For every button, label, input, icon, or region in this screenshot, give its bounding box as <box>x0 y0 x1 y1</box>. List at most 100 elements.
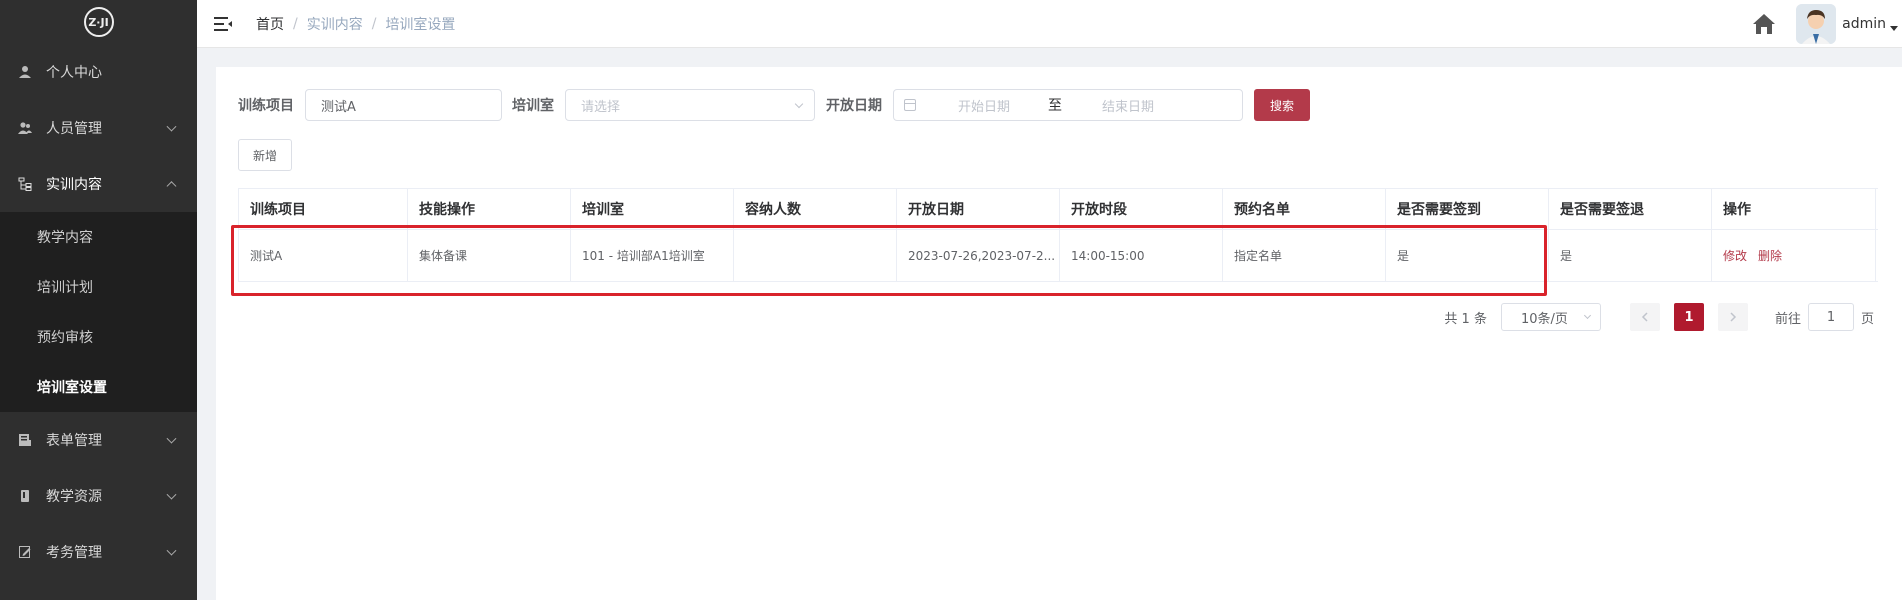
breadcrumb-training-content: 实训内容 <box>306 16 363 33</box>
project-label: 训练项目 <box>238 98 294 114</box>
book-icon <box>21 490 29 502</box>
cell-signin: 是 <box>1386 230 1549 281</box>
menu-toggle-icon[interactable] <box>214 16 232 31</box>
column-header: 预约名单 <box>1223 189 1386 229</box>
project-input[interactable]: 测试A <box>305 89 502 121</box>
page-size-select[interactable]: 10条/页 <box>1500 303 1601 331</box>
cell-room: 101 - 培训部A1培训室 <box>571 230 734 281</box>
end-date-input[interactable]: 结束日期 <box>1102 96 1192 115</box>
pagination: 共 1 条 10条/页 1 前往 1 页 <box>1444 303 1874 331</box>
avatar[interactable] <box>1796 4 1837 44</box>
table-header: 训练项目 技能操作 培训室 容纳人数 开放日期 开放时段 预约名单 是否需要签到… <box>238 189 1878 230</box>
cell-skill: 集体备课 <box>408 230 571 281</box>
sidebar: Z·JI 个人中心 人员管理 实训内容 教学内容 培训计划 预约审核 培训室设置… <box>0 0 197 600</box>
sidebar-item-form-management[interactable]: 表单管理 <box>0 412 197 468</box>
range-separator: 至 <box>1048 98 1062 114</box>
chevron-down-icon <box>794 99 804 109</box>
cell-project: 测试A <box>238 230 408 281</box>
chevron-up-icon <box>166 181 177 192</box>
page-size-value: 10条/页 <box>1520 311 1568 327</box>
sidebar-item-label: 表单管理 <box>46 433 102 449</box>
sidebar-item-training-content[interactable]: 实训内容 <box>0 156 197 212</box>
sidebar-item-label: 人员管理 <box>46 121 102 137</box>
submenu-item-room-settings[interactable]: 培训室设置 <box>0 362 197 412</box>
breadcrumb: 首页 / 实训内容 / 培训室设置 <box>256 14 455 34</box>
room-placeholder: 请选择 <box>581 99 621 115</box>
form-icon <box>19 434 31 446</box>
breadcrumb-separator: / <box>371 15 377 32</box>
delete-link[interactable]: 删除 <box>1758 247 1782 264</box>
date-label: 开放日期 <box>826 98 882 114</box>
submenu-item-teaching-content[interactable]: 教学内容 <box>0 212 197 262</box>
sidebar-item-label: 考务管理 <box>46 545 102 561</box>
column-header: 是否需要签退 <box>1549 189 1712 229</box>
sidebar-item-teaching-resources[interactable]: 教学资源 <box>0 468 197 524</box>
user-icon <box>19 66 31 78</box>
chevron-down-icon <box>166 545 177 556</box>
users-icon <box>18 122 32 134</box>
page-jumper: 前往 1 页 <box>1775 303 1874 331</box>
sidebar-item-personal-center[interactable]: 个人中心 <box>0 44 197 100</box>
page-number-button[interactable]: 1 <box>1673 303 1704 331</box>
sidebar-item-exam-management[interactable]: 考务管理 <box>0 524 197 580</box>
page-unit-label: 页 <box>1860 311 1874 327</box>
username[interactable]: admin <box>1842 16 1886 32</box>
main-panel: 训练项目 测试A 培训室 请选择 开放日期 开始日期 至 结束日期 搜索 新增 … <box>216 67 1902 600</box>
chevron-right-icon <box>1730 312 1737 322</box>
caret-down-icon[interactable] <box>1890 25 1898 31</box>
submenu-item-booking-review[interactable]: 预约审核 <box>0 312 197 362</box>
logo: Z·JI <box>0 0 197 44</box>
column-header: 开放时段 <box>1060 189 1223 229</box>
column-header: 训练项目 <box>238 189 408 229</box>
edit-link[interactable]: 修改 <box>1723 247 1747 264</box>
breadcrumb-room-settings: 培训室设置 <box>385 16 456 33</box>
cell-list: 指定名单 <box>1223 230 1386 281</box>
calendar-icon <box>904 99 916 111</box>
search-button[interactable]: 搜索 <box>1254 89 1311 121</box>
table-row: 测试A 集体备课 101 - 培训部A1培训室 2023-07-26,2023-… <box>238 230 1878 282</box>
chevron-down-icon <box>166 121 177 132</box>
next-page-button[interactable] <box>1717 303 1748 331</box>
sidebar-item-personnel[interactable]: 人员管理 <box>0 100 197 156</box>
avatar-icon <box>1796 4 1837 44</box>
breadcrumb-home[interactable]: 首页 <box>256 14 284 34</box>
cell-capacity <box>734 230 897 281</box>
chevron-down-icon <box>166 489 177 500</box>
cell-period: 14:00-15:00 <box>1060 230 1223 281</box>
data-table: 训练项目 技能操作 培训室 容纳人数 开放日期 开放时段 预约名单 是否需要签到… <box>238 188 1878 282</box>
column-header: 开放日期 <box>897 189 1060 229</box>
submenu-item-training-plan[interactable]: 培训计划 <box>0 262 197 312</box>
goto-label: 前往 <box>1774 311 1801 327</box>
chevron-left-icon <box>1641 312 1648 322</box>
cell-date-text: 2023-07-26,2023-07-2... <box>908 248 1056 263</box>
home-icon[interactable] <box>1752 13 1776 35</box>
cell-signout: 是 <box>1549 230 1712 281</box>
breadcrumb-separator: / <box>293 15 298 32</box>
submenu-training-content: 教学内容 培训计划 预约审核 培训室设置 <box>0 212 197 412</box>
sidebar-item-label: 实训内容 <box>46 177 102 193</box>
goto-page-input[interactable]: 1 <box>1807 303 1854 331</box>
prev-page-button[interactable] <box>1629 303 1660 331</box>
logo-icon: Z·JI <box>83 7 114 37</box>
date-range-picker[interactable]: 开始日期 至 结束日期 <box>893 89 1243 121</box>
column-header: 操作 <box>1712 189 1876 229</box>
total-count: 共 1 条 <box>1444 311 1487 327</box>
search-form: 训练项目 测试A 培训室 请选择 开放日期 开始日期 至 结束日期 搜索 <box>238 89 1311 121</box>
column-header: 技能操作 <box>408 189 571 229</box>
cell-actions: 修改 删除 <box>1712 230 1876 281</box>
header-user-area: admin <box>1752 0 1902 48</box>
cell-date: 2023-07-26,2023-07-2... <box>897 230 1060 281</box>
chevron-down-icon <box>1583 311 1592 320</box>
add-button[interactable]: 新增 <box>238 139 293 171</box>
sidebar-item-label: 个人中心 <box>46 65 102 81</box>
top-header: 首页 / 实训内容 / 培训室设置 admin <box>197 0 1902 48</box>
room-label: 培训室 <box>512 98 554 114</box>
edit-icon <box>19 546 31 558</box>
tree-icon <box>18 177 32 191</box>
chevron-down-icon <box>166 433 177 444</box>
sidebar-item-label: 教学资源 <box>46 489 102 505</box>
room-select[interactable]: 请选择 <box>565 89 815 121</box>
column-header: 培训室 <box>571 189 734 229</box>
column-header: 容纳人数 <box>734 189 897 229</box>
start-date-input[interactable]: 开始日期 <box>958 96 1048 115</box>
